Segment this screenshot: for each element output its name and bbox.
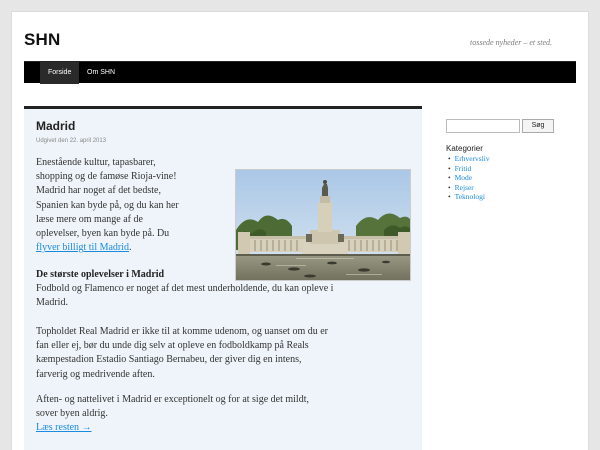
categories-widget-title: Kategorier [446, 144, 483, 153]
paragraph-fodbold: Fodbold og Flamenco er noget af det mest… [36, 283, 334, 309]
category-item[interactable]: • Teknologi [448, 192, 490, 202]
nav-item-forside[interactable]: Forside [40, 62, 80, 84]
post-title[interactable]: Madrid [36, 119, 75, 133]
read-more-link[interactable]: Læs resten → [36, 421, 92, 435]
cheap-flights-link[interactable]: flyver billigt til Madrid [36, 242, 129, 253]
intro-text: Enestående kultur, tapasbarer, shopping … [36, 157, 179, 240]
madrid-monument-photo [235, 169, 411, 281]
site-title[interactable]: SHN [24, 30, 61, 50]
category-item[interactable]: • Rejser [448, 183, 490, 193]
paragraph-nightlife: Aften- og nattelivet i Madrid er excepti… [36, 394, 309, 420]
category-item[interactable]: • Fritid [448, 164, 490, 174]
post-intro: Enestående kultur, tapasbarer, shopping … [36, 156, 228, 255]
site-description: tossede nyheder – et sted. [470, 38, 552, 47]
bullet-icon: • [448, 182, 451, 192]
bullet-icon: • [448, 173, 451, 183]
search-button[interactable]: Søg [522, 119, 554, 133]
paragraph-real-madrid: Topholdet Real Madrid er ikke til at kom… [36, 326, 329, 380]
post-meta: Udgivet den 22. april 2013 [36, 138, 107, 144]
main-navigation: Forside Om SHN [24, 61, 576, 84]
nav-item-om-shn[interactable]: Om SHN [79, 62, 123, 84]
bullet-icon: • [448, 163, 451, 173]
category-item[interactable]: • Mode [448, 173, 490, 183]
bullet-icon: • [448, 154, 451, 163]
page-container: SHN tossede nyheder – et sted. Forside O… [12, 12, 588, 450]
bullet-icon: • [448, 192, 451, 202]
intro-link-suffix: . [129, 242, 132, 254]
categories-list: • Erhvervsliv • Fritid • Mode • Rejser • Tekn… [448, 154, 490, 202]
post-article: Madrid Udgivet den 22. april 2013 Enestå… [24, 109, 422, 450]
category-item[interactable]: • Erhvervsliv [448, 154, 490, 164]
search-input[interactable] [446, 119, 520, 133]
section-heading: De største oplevelser i Madrid [36, 269, 165, 280]
